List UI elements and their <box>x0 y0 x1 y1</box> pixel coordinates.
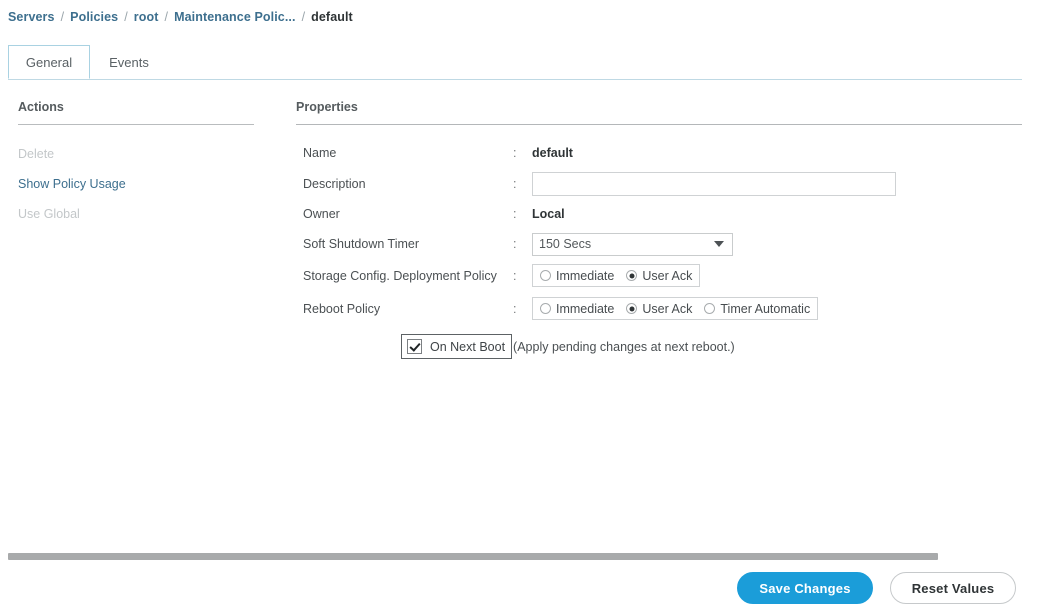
property-row-reboot-policy: Reboot Policy : Immediate User Ack Timer… <box>296 292 1022 325</box>
description-colon: : <box>513 177 517 191</box>
properties-divider <box>296 124 1022 125</box>
radio-unchecked-icon <box>540 270 551 281</box>
breadcrumb-item-servers[interactable]: Servers <box>8 10 55 24</box>
reboot-policy-radio-group: Immediate User Ack Timer Automatic <box>532 297 819 320</box>
breadcrumb-separator: / <box>124 10 128 24</box>
on-next-boot-hint: (Apply pending changes at next reboot.) <box>513 339 735 354</box>
radio-checked-icon <box>626 270 638 281</box>
storage-config-deployment-policy-label: Storage Config. Deployment Policy <box>303 268 497 283</box>
breadcrumb-separator: / <box>164 10 169 24</box>
tab-bar-underline <box>8 79 1022 80</box>
owner-colon: : <box>513 207 517 221</box>
property-row-storage-config-deployment-policy: Storage Config. Deployment Policy : Imme… <box>296 259 1022 292</box>
reboot-policy-option-immediate-label: Immediate <box>556 301 615 316</box>
actions-divider <box>18 124 254 125</box>
radio-checked-icon <box>626 303 638 314</box>
description-input[interactable] <box>532 172 896 196</box>
tab-general[interactable]: General <box>8 45 90 79</box>
name-colon: : <box>513 146 517 160</box>
actions-title: Actions <box>18 100 64 114</box>
actions-list: Delete Show Policy Usage Use Global <box>18 139 254 229</box>
breadcrumb: Servers / Policies / root / Maintenance … <box>8 7 353 27</box>
soft-shutdown-timer-select[interactable]: 150 Secs <box>532 232 733 256</box>
breadcrumb-item-policies[interactable]: Policies <box>70 10 118 24</box>
action-delete[interactable]: Delete <box>18 139 254 169</box>
action-use-global[interactable]: Use Global <box>18 199 254 229</box>
save-changes-button[interactable]: Save Changes <box>737 572 873 604</box>
reboot-policy-option-immediate[interactable]: Immediate <box>540 302 614 316</box>
on-next-boot-label: On Next Boot <box>430 339 506 354</box>
soft-shutdown-timer-colon: : <box>513 237 517 251</box>
reboot-policy-option-timer-automatic[interactable]: Timer Automatic <box>704 302 810 316</box>
storage-policy-option-user-ack[interactable]: User Ack <box>626 269 692 283</box>
storage-config-deployment-policy-radio-group: Immediate User Ack <box>532 264 701 287</box>
reboot-policy-label: Reboot Policy <box>303 301 381 316</box>
property-row-soft-shutdown-timer: Soft Shutdown Timer : 150 Secs <box>296 229 1022 259</box>
properties-rows: Name : default Description : Owner : Loc… <box>296 137 1022 359</box>
action-show-policy-usage[interactable]: Show Policy Usage <box>18 169 254 199</box>
breadcrumb-separator: / <box>60 10 65 24</box>
description-label: Description <box>303 177 366 191</box>
owner-label: Owner <box>303 207 340 221</box>
tab-general-label: General <box>25 54 73 70</box>
horizontal-scrollbar[interactable] <box>8 553 938 560</box>
tab-events[interactable]: Events <box>98 45 160 79</box>
save-changes-label: Save Changes <box>759 580 851 596</box>
reset-values-button[interactable]: Reset Values <box>890 572 1016 604</box>
radio-unchecked-icon <box>540 303 551 314</box>
tab-bar: General Events <box>0 45 1040 80</box>
reboot-policy-option-user-ack[interactable]: User Ack <box>626 302 692 316</box>
reboot-policy-option-user-ack-label: User Ack <box>642 301 693 316</box>
property-row-description: Description : <box>296 169 1022 199</box>
breadcrumb-separator: / <box>301 10 306 24</box>
properties-panel: Properties Name : default Description : … <box>296 100 1022 359</box>
name-label: Name <box>303 146 337 160</box>
radio-unchecked-icon <box>704 303 716 314</box>
breadcrumb-item-default: default <box>311 10 353 24</box>
on-next-boot-checkbox[interactable]: On Next Boot <box>401 334 513 359</box>
reboot-policy-colon: : <box>513 301 517 316</box>
property-row-owner: Owner : Local <box>296 199 1022 229</box>
breadcrumb-item-root[interactable]: root <box>134 10 159 24</box>
soft-shutdown-timer-label: Soft Shutdown Timer <box>303 237 420 251</box>
storage-policy-option-immediate-label: Immediate <box>556 268 615 283</box>
storage-config-deployment-policy-colon: : <box>513 268 517 283</box>
checkmark-icon <box>407 339 422 354</box>
property-row-name: Name : default <box>296 137 1022 169</box>
tab-events-label: Events <box>109 54 149 70</box>
soft-shutdown-timer-value: 150 Secs <box>539 237 592 251</box>
storage-policy-option-immediate[interactable]: Immediate <box>540 269 614 283</box>
name-value: default <box>532 146 573 160</box>
owner-value: Local <box>532 207 565 221</box>
actions-panel: Actions Delete Show Policy Usage Use Glo… <box>18 100 254 229</box>
properties-title: Properties <box>296 100 358 114</box>
reset-values-label: Reset Values <box>911 580 995 596</box>
on-next-boot-row: On Next Boot (Apply pending changes at n… <box>296 334 1022 359</box>
reboot-policy-option-timer-automatic-label: Timer Automatic <box>720 301 811 316</box>
storage-policy-option-user-ack-label: User Ack <box>642 268 693 283</box>
footer-actions: Save Changes Reset Values <box>0 572 1040 614</box>
chevron-down-icon <box>714 241 724 247</box>
breadcrumb-item-maintenance-policies[interactable]: Maintenance Polic... <box>174 10 295 24</box>
